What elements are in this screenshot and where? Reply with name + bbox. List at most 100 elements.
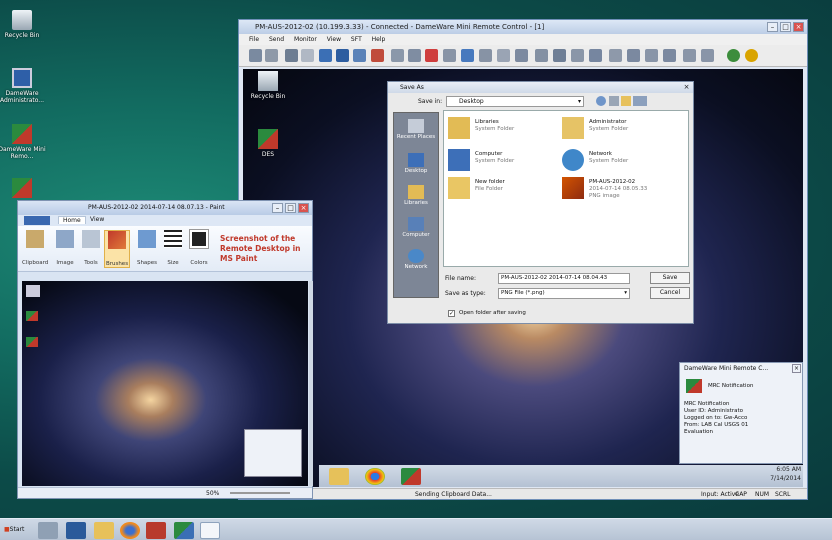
start-button[interactable]: ■Start: [2, 522, 30, 538]
toolbar-record-icon[interactable]: [683, 49, 696, 62]
toolbar-transfer-icon[interactable]: [645, 49, 658, 62]
toolbar-move-icon[interactable]: [353, 49, 366, 62]
group-tools[interactable]: Tools: [78, 230, 104, 266]
menu-file[interactable]: File: [249, 36, 259, 43]
paint-window: PM-AUS-2012-02 2014-07-14 08.07.13 - Pai…: [17, 200, 313, 499]
toolbar-help-icon[interactable]: [745, 49, 758, 62]
paint-titlebar[interactable]: PM-AUS-2012-02 2014-07-14 08.07.13 - Pai…: [18, 201, 312, 215]
paint-taskbar-icon[interactable]: [200, 522, 220, 539]
toolbar-bandwidth-icon[interactable]: [663, 49, 676, 62]
toolbar-send-icon[interactable]: [408, 49, 421, 62]
explorer-icon[interactable]: [94, 522, 114, 539]
paint-canvas[interactable]: [22, 281, 308, 486]
toolbar-keyboard-icon[interactable]: [301, 49, 314, 62]
color-picker-icon: [189, 229, 209, 249]
paint-minimize-button[interactable]: –: [272, 203, 283, 213]
menu-view[interactable]: View: [327, 36, 341, 43]
toolbar-disconnect-icon[interactable]: [265, 49, 278, 62]
remote-icon-des[interactable]: DES: [243, 129, 293, 158]
dameware-icon[interactable]: [401, 468, 421, 485]
toolbar-zoom-icon[interactable]: [336, 49, 349, 62]
menu-help[interactable]: Help: [372, 36, 386, 43]
save-in-dropdown[interactable]: Desktop ▾: [446, 96, 584, 107]
save-button[interactable]: Save: [650, 272, 690, 284]
toolbar-options-icon[interactable]: [701, 49, 714, 62]
view-menu-icon[interactable]: [633, 96, 647, 106]
notification-body: MRC Notification User ID: Administrato L…: [684, 401, 749, 435]
toolbar-tools-icon[interactable]: [371, 49, 384, 62]
place-computer[interactable]: Computer: [394, 217, 438, 238]
cancel-button[interactable]: Cancel: [650, 287, 690, 299]
clipboard-icon: [26, 230, 44, 248]
paint-app-icon[interactable]: [146, 522, 166, 539]
group-size[interactable]: Size: [160, 230, 186, 266]
toolbar-file-icon[interactable]: [497, 49, 510, 62]
toolbar-monitor-icon[interactable]: [461, 49, 474, 62]
save-type-dropdown[interactable]: PNG File (*.png) ▾: [498, 288, 630, 299]
toolbar-settings-icon[interactable]: [535, 49, 548, 62]
menu-monitor[interactable]: Monitor: [294, 36, 317, 43]
paint-close-button[interactable]: ×: [298, 203, 309, 213]
menu-send[interactable]: Send: [269, 36, 284, 43]
image-icon: [56, 230, 74, 248]
save-as-titlebar[interactable]: Save As ×: [388, 82, 693, 93]
explorer-icon[interactable]: [329, 468, 349, 485]
server-manager-icon[interactable]: [38, 522, 58, 539]
file-list: Libraries System Folder Administrator Syst…: [443, 110, 689, 267]
desktop-icon-recycle-bin[interactable]: Recycle Bin: [0, 10, 47, 39]
place-network[interactable]: Network: [394, 249, 438, 270]
toolbar-grid-icon[interactable]: [609, 49, 622, 62]
powershell-icon[interactable]: [66, 522, 86, 539]
paint-file-menu[interactable]: [24, 216, 50, 225]
group-shapes[interactable]: Shapes: [134, 230, 160, 266]
toolbar-screenshot-icon[interactable]: [319, 49, 332, 62]
group-colors[interactable]: Colors: [186, 229, 212, 266]
zoom-slider[interactable]: [230, 492, 290, 494]
toolbar-stop-icon[interactable]: [425, 49, 438, 62]
desktop-icon-dameware-mrc[interactable]: DameWare Mini Remo...: [0, 124, 47, 160]
maximize-button[interactable]: □: [780, 22, 791, 32]
close-button[interactable]: ×: [793, 22, 804, 32]
desktop-icon-dameware-3[interactable]: [0, 178, 47, 200]
firefox-icon[interactable]: [120, 522, 140, 539]
group-image[interactable]: Image: [52, 230, 78, 266]
toolbar-print-icon[interactable]: [571, 49, 584, 62]
paint-scrollbar[interactable]: [309, 281, 313, 486]
toolbar-lock-icon[interactable]: [553, 49, 566, 62]
back-icon[interactable]: [596, 96, 606, 106]
dameware-notification: DameWare Mini Remote C... × MRC Notifica…: [679, 362, 803, 464]
place-desktop[interactable]: Desktop: [394, 153, 438, 174]
toolbar-clipboard-icon[interactable]: [391, 49, 404, 62]
notification-close-button[interactable]: ×: [792, 364, 801, 373]
toolbar-view-icon[interactable]: [285, 49, 298, 62]
group-brushes[interactable]: Brushes: [104, 230, 130, 268]
paint-maximize-button[interactable]: □: [285, 203, 296, 213]
place-recent[interactable]: Recent Places: [394, 119, 438, 140]
remote-icon-recycle-bin[interactable]: Recycle Bin: [243, 71, 293, 100]
place-libraries[interactable]: Libraries: [394, 185, 438, 206]
tab-view[interactable]: View: [90, 216, 104, 223]
group-clipboard[interactable]: Clipboard: [22, 230, 48, 266]
chrome-icon[interactable]: [365, 468, 385, 485]
menu-sft[interactable]: SFT: [351, 36, 362, 43]
dameware-taskbar-icon[interactable]: [174, 522, 194, 539]
open-folder-label: Open folder after saving: [459, 310, 526, 316]
minimize-button[interactable]: –: [767, 22, 778, 32]
status-scrl: SCRL: [775, 491, 791, 498]
toolbar-connect-icon[interactable]: [249, 49, 262, 62]
toolbar-network-icon[interactable]: [515, 49, 528, 62]
toolbar-user-icon[interactable]: [627, 49, 640, 62]
filename-input[interactable]: PM-AUS-2012-02 2014-07-14 08.04.43: [498, 273, 630, 284]
toolbar-info-icon[interactable]: [727, 49, 740, 62]
up-folder-icon[interactable]: [609, 96, 619, 106]
open-folder-checkbox[interactable]: ✓: [448, 310, 455, 317]
new-folder-icon[interactable]: [621, 96, 631, 106]
toolbar-chat-icon[interactable]: [479, 49, 492, 62]
toolbar-sync-icon[interactable]: [589, 49, 602, 62]
toolbar-refresh-icon[interactable]: [443, 49, 456, 62]
tab-home[interactable]: Home: [58, 216, 86, 224]
dialog-close-button[interactable]: ×: [682, 83, 691, 92]
desktop-icon-dameware-admin[interactable]: DameWare Administrato...: [0, 68, 47, 104]
recycle-bin-icon: [12, 10, 32, 30]
remote-window-titlebar[interactable]: PM-AUS-2012-02 (10.199.3.33) - Connected…: [239, 20, 807, 34]
